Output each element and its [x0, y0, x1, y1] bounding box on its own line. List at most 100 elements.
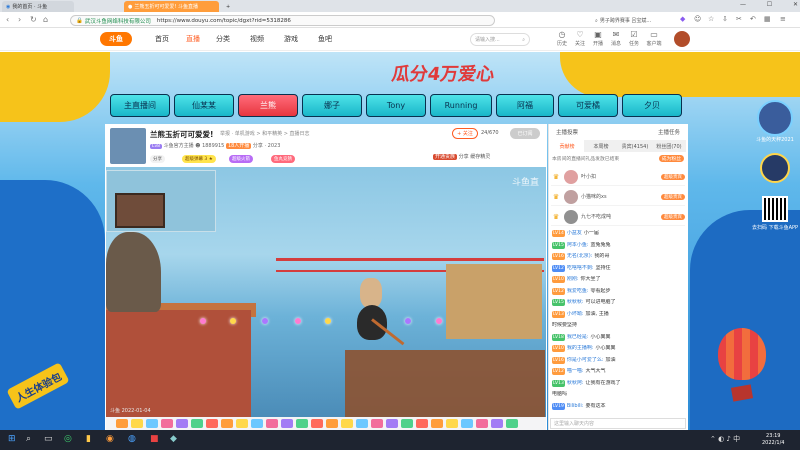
tab-vip[interactable]: 贵宾(4154)	[618, 140, 652, 152]
chat-username[interactable]: 吃啥啥不剩:	[567, 265, 594, 271]
cache-button[interactable]: 缓存精灵	[470, 154, 490, 160]
room-tab-xian[interactable]: 仙某某	[174, 94, 234, 117]
gift-item[interactable]	[386, 419, 398, 428]
tab-weekly[interactable]: 本周榜	[584, 140, 618, 152]
gift-item[interactable]	[176, 419, 188, 428]
room-tab-main[interactable]: 主直播间	[110, 94, 170, 117]
undo-icon[interactable]: ↶	[750, 15, 756, 23]
chat-username[interactable]: 小坏呦:	[567, 311, 584, 317]
search-icon[interactable]: ⌕	[26, 434, 31, 444]
ranking-row[interactable]: ♛ 叶小扣 超级贵宾	[551, 168, 685, 186]
gift-item[interactable]	[251, 419, 263, 428]
gift-item[interactable]	[461, 419, 473, 428]
chat-username[interactable]: 阿本小鱼:	[567, 242, 589, 248]
gift-item[interactable]	[311, 419, 323, 428]
follow-icon[interactable]: ♡ 关注	[570, 30, 590, 47]
gift-item[interactable]	[191, 419, 203, 428]
gift-item[interactable]	[206, 419, 218, 428]
chat-username[interactable]: 秋秋阿:	[567, 380, 584, 386]
gift-item[interactable]	[431, 419, 443, 428]
menu-icon[interactable]: ≡	[780, 15, 786, 23]
chat-username[interactable]: Bilibili:	[567, 403, 584, 409]
gift-item[interactable]	[326, 419, 338, 428]
nav-category[interactable]: 分类	[216, 34, 230, 44]
gift-item[interactable]	[341, 419, 353, 428]
gift-item[interactable]	[281, 419, 293, 428]
gift-item[interactable]	[371, 419, 383, 428]
app2-icon[interactable]: ■	[150, 434, 159, 444]
chat-username[interactable]: 无名(北京):	[567, 253, 593, 259]
gift-item[interactable]	[446, 419, 458, 428]
browser-icon[interactable]: ◍	[128, 434, 136, 444]
refresh-icon[interactable]: ↻	[30, 15, 37, 24]
cut-icon[interactable]: ✂	[736, 15, 742, 23]
nav-game[interactable]: 游戏	[284, 34, 298, 44]
gift-item[interactable]	[356, 419, 368, 428]
explorer-icon[interactable]: ▮	[86, 434, 91, 444]
chat-username[interactable]: 我爱吃鱼:	[567, 288, 589, 294]
browser-tab-live[interactable]: ● 兰熊玉折可可爱爱! 斗鱼直播	[124, 1, 219, 12]
new-tab-button[interactable]: +	[222, 1, 232, 12]
browser-search-field[interactable]: ⌕ 男子跨界赛事 吕宝斌...	[595, 15, 665, 26]
become-fan-button[interactable]: 成为粉丝	[658, 155, 684, 162]
follow-button[interactable]: + 关注	[452, 128, 478, 139]
bookmark-icon[interactable]: ☆	[708, 15, 714, 23]
user-avatar[interactable]	[674, 31, 690, 47]
app-icon[interactable]: ◉	[106, 434, 114, 444]
gift-item[interactable]	[221, 419, 233, 428]
room-tab-lanxiong[interactable]: 兰熊	[238, 94, 298, 117]
chat-input[interactable]: 这里输入聊天内容	[550, 418, 686, 429]
extension-icon[interactable]: ◆	[680, 15, 685, 23]
tab-fans[interactable]: 粉丝团(70)	[652, 140, 686, 152]
room-tab-tony[interactable]: Tony	[366, 94, 426, 117]
download-icon[interactable]: ⇩	[722, 15, 728, 23]
gift-item[interactable]	[116, 419, 128, 428]
tray-icons[interactable]: ⌃ ◐ ♪ 中	[710, 434, 740, 444]
chat-username[interactable]: 秋秋秋:	[567, 299, 584, 305]
room-tab-nazi[interactable]: 娜子	[302, 94, 362, 117]
chat-username[interactable]: 我的主播啊:	[567, 345, 594, 351]
minimize-button[interactable]: —	[740, 1, 746, 8]
browser-tab-home[interactable]: ◉ 我的首页 · 斗鱼	[2, 1, 74, 12]
grid-icon[interactable]: ▦	[764, 15, 771, 23]
gift-item[interactable]	[296, 419, 308, 428]
room-tab-keaiju[interactable]: 可爱橘	[558, 94, 618, 117]
pill-super-rocket[interactable]: 超级火箭	[229, 155, 253, 163]
gift-item[interactable]	[491, 419, 503, 428]
taskbar-clock[interactable]: 23:19 2022/1/4	[762, 433, 784, 447]
wechat-icon[interactable]: ◎	[64, 434, 72, 444]
noble-button[interactable]: 开通贵族	[433, 154, 458, 160]
room-tab-xibei[interactable]: 夕贝	[622, 94, 682, 117]
task-icon[interactable]: ☑ 任务	[624, 30, 644, 47]
chat-username[interactable]: 喵一喵:	[567, 368, 584, 374]
search-icon[interactable]: ⌕	[522, 37, 525, 43]
gift-item[interactable]	[506, 419, 518, 428]
picture-in-picture[interactable]	[106, 170, 216, 232]
task-tab[interactable]: 主播任务	[658, 128, 680, 136]
gift-item[interactable]	[236, 419, 248, 428]
url-field[interactable]: 🔒 武汉斗鱼网络科技有限公司 https://www.douyu.com/top…	[70, 15, 495, 26]
maximize-button[interactable]: ☐	[767, 1, 772, 8]
nav-video[interactable]: 视频	[250, 34, 264, 44]
forward-icon[interactable]: ›	[18, 15, 21, 24]
task-view-icon[interactable]: ▭	[44, 434, 53, 444]
chat-username[interactable]: 小盆友	[567, 230, 582, 236]
event-avatar[interactable]	[760, 153, 790, 183]
ranking-row[interactable]: ♛ 小猫咪的xs 超级贵宾	[551, 188, 685, 206]
gift-item[interactable]	[131, 419, 143, 428]
gift-item[interactable]	[416, 419, 428, 428]
gift-item[interactable]	[146, 419, 158, 428]
ranking-row[interactable]: ♛ 九七不吃成吨 超级贵宾	[551, 208, 685, 226]
tab-contribution[interactable]: 贡献榜	[550, 140, 584, 152]
nav-yuba[interactable]: 鱼吧	[318, 34, 332, 44]
client-icon[interactable]: ▭ 客户端	[644, 30, 664, 47]
message-icon[interactable]: ✉ 消息	[606, 30, 626, 47]
streamer-avatar[interactable]	[110, 128, 146, 164]
nav-home[interactable]: 首页	[155, 34, 169, 44]
gift-item[interactable]	[476, 419, 488, 428]
gift-item[interactable]	[401, 419, 413, 428]
chat-username[interactable]: 你是小可爱了么:	[567, 357, 604, 363]
back-icon[interactable]: ‹	[6, 15, 9, 24]
gift-item[interactable]	[266, 419, 278, 428]
share-button[interactable]: 分享	[459, 154, 469, 160]
